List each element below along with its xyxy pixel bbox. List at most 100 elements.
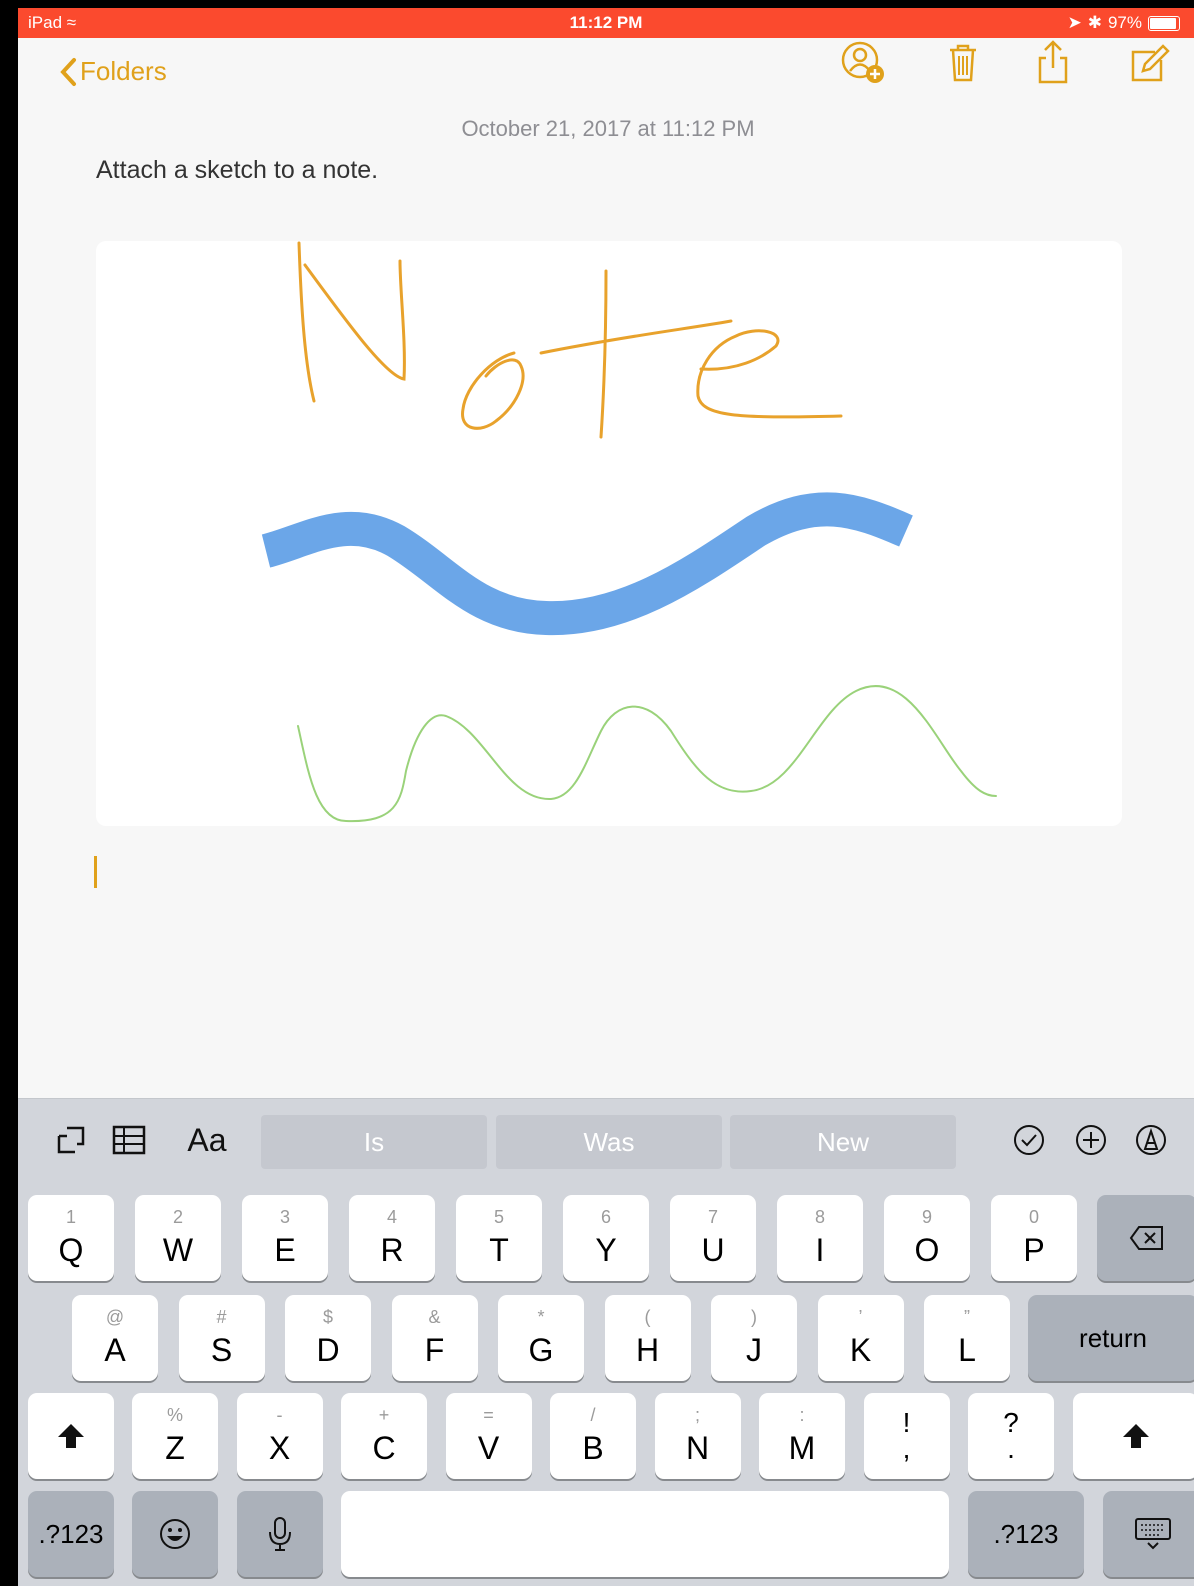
return-key[interactable]: return <box>1028 1295 1194 1381</box>
key-f-label: F <box>424 1332 445 1368</box>
key-q-secondary: 1 <box>65 1207 76 1227</box>
shift-key-left[interactable] <box>28 1393 114 1479</box>
key-w-secondary: 2 <box>172 1207 183 1227</box>
key-p-label: P <box>1023 1232 1045 1268</box>
key-k[interactable]: ’ K <box>817 1295 904 1381</box>
key-b[interactable]: / B <box>550 1393 636 1479</box>
status-right: ➤ ✱ 97% <box>1067 13 1180 33</box>
key-r-label: R <box>380 1232 404 1268</box>
key-n-label: N <box>685 1430 710 1466</box>
dismiss-keyboard-key[interactable] <box>1103 1491 1194 1577</box>
emoji-key[interactable] <box>132 1491 218 1577</box>
delete-key[interactable] <box>1097 1195 1194 1281</box>
suggestion-3[interactable]: New <box>730 1115 956 1169</box>
trash-icon[interactable] <box>938 38 988 88</box>
checklist-icon[interactable] <box>1006 1117 1052 1163</box>
key-b-label: B <box>582 1430 604 1466</box>
suggestion-2[interactable]: Was <box>496 1115 722 1169</box>
key-w[interactable]: 2W <box>135 1195 221 1281</box>
key-p[interactable]: 0P <box>991 1195 1077 1281</box>
key-u[interactable]: 7U <box>670 1195 756 1281</box>
key-k-label: K <box>849 1332 872 1368</box>
key-c[interactable]: + C <box>341 1393 427 1479</box>
sketch-drawing <box>261 241 997 823</box>
key-d[interactable]: $ D <box>285 1295 371 1381</box>
key-c-secondary: + <box>378 1405 390 1425</box>
key-a[interactable]: @ A <box>72 1295 158 1381</box>
note-date: October 21, 2017 at 11:12 PM <box>461 116 755 141</box>
key-b-secondary: / <box>590 1405 596 1425</box>
key-v-secondary: = <box>483 1405 494 1425</box>
key-g[interactable]: * G <box>498 1295 584 1381</box>
key-m-label: M <box>788 1430 816 1466</box>
note-text[interactable]: Attach a sketch to a note. <box>96 156 378 185</box>
key-e-secondary: 3 <box>279 1207 290 1227</box>
key-m[interactable]: :M <box>759 1393 845 1479</box>
key-question-period-label: ? . <box>1003 1407 1019 1464</box>
key-o[interactable]: 9O <box>884 1195 970 1281</box>
numbers-key-left-label: .?123 <box>38 1518 104 1549</box>
share-icon[interactable] <box>1028 38 1078 88</box>
space-key[interactable] <box>341 1491 949 1577</box>
suggestion-1[interactable]: Is <box>261 1115 487 1169</box>
key-q-label: Q <box>58 1232 84 1268</box>
shift-key-right[interactable] <box>1073 1393 1194 1479</box>
undo-paste-icon[interactable] <box>48 1117 94 1163</box>
markup-pen-icon[interactable] <box>1128 1117 1174 1163</box>
back-button[interactable]: Folders <box>58 56 167 87</box>
sketch-letter-t <box>539 269 733 439</box>
key-j[interactable]: ) J <box>711 1295 797 1381</box>
add-circle-icon[interactable] <box>1068 1117 1114 1163</box>
key-i[interactable]: 8I <box>777 1195 863 1281</box>
key-question-period[interactable]: ? . <box>968 1393 1054 1479</box>
key-l-secondary: ” <box>964 1307 970 1327</box>
key-n-secondary: ; <box>694 1405 700 1425</box>
format-text-button[interactable]: Aa <box>174 1117 240 1163</box>
key-e[interactable]: 3E <box>242 1195 328 1281</box>
key-r[interactable]: 4R <box>349 1195 435 1281</box>
key-z[interactable]: % Z <box>132 1393 218 1479</box>
key-l[interactable]: ” L <box>924 1295 1010 1381</box>
key-u-label: U <box>701 1232 725 1268</box>
compose-icon[interactable] <box>1123 38 1173 88</box>
key-d-secondary: $ <box>322 1307 333 1327</box>
sketch-letter-e <box>696 329 843 419</box>
numbers-key-left[interactable]: .?123 <box>28 1491 114 1577</box>
key-a-label: A <box>104 1332 126 1368</box>
key-y-label: Y <box>595 1232 617 1268</box>
table-icon[interactable] <box>106 1117 152 1163</box>
key-n[interactable]: ; N <box>654 1393 741 1479</box>
key-v-label: V <box>477 1430 500 1466</box>
keyboard-hide-icon <box>1135 1518 1171 1550</box>
key-h-secondary: ( <box>644 1307 651 1327</box>
key-l-label: L <box>958 1332 976 1368</box>
key-f[interactable]: & F <box>391 1295 478 1381</box>
key-j-secondary: ) <box>751 1307 757 1327</box>
sketch-highlighter-wave <box>261 492 913 636</box>
key-o-secondary: 9 <box>921 1207 932 1227</box>
navigation-bar: Folders <box>18 38 1194 98</box>
emoji-icon <box>160 1519 190 1549</box>
microphone-icon <box>269 1517 291 1551</box>
key-y[interactable]: 6Y <box>563 1195 649 1281</box>
key-s-label: S <box>210 1332 233 1368</box>
key-e-label: E <box>274 1232 296 1268</box>
add-people-icon[interactable] <box>838 38 888 88</box>
key-q[interactable]: 1Q <box>28 1195 114 1281</box>
sketch-attachment[interactable] <box>96 241 1122 826</box>
sketch-pen-wave <box>297 684 997 823</box>
bluetooth-icon: ✱ <box>1087 13 1102 32</box>
key-x[interactable]: -X <box>236 1393 323 1479</box>
key-f-secondary: & <box>428 1307 441 1327</box>
key-h[interactable]: (H <box>604 1295 691 1381</box>
sketch-letter-o <box>461 351 525 430</box>
key-t[interactable]: 5T <box>456 1195 542 1281</box>
key-o-label: O <box>914 1232 940 1268</box>
battery-icon <box>1148 15 1180 31</box>
key-p-secondary: 0 <box>1028 1207 1039 1227</box>
numbers-key-right[interactable]: .?123 <box>968 1491 1084 1577</box>
key-v[interactable]: = V <box>445 1393 532 1479</box>
dictation-key[interactable] <box>237 1491 323 1577</box>
key-s[interactable]: # S <box>178 1295 265 1381</box>
key-exclaim-comma[interactable]: ! , <box>863 1393 950 1479</box>
